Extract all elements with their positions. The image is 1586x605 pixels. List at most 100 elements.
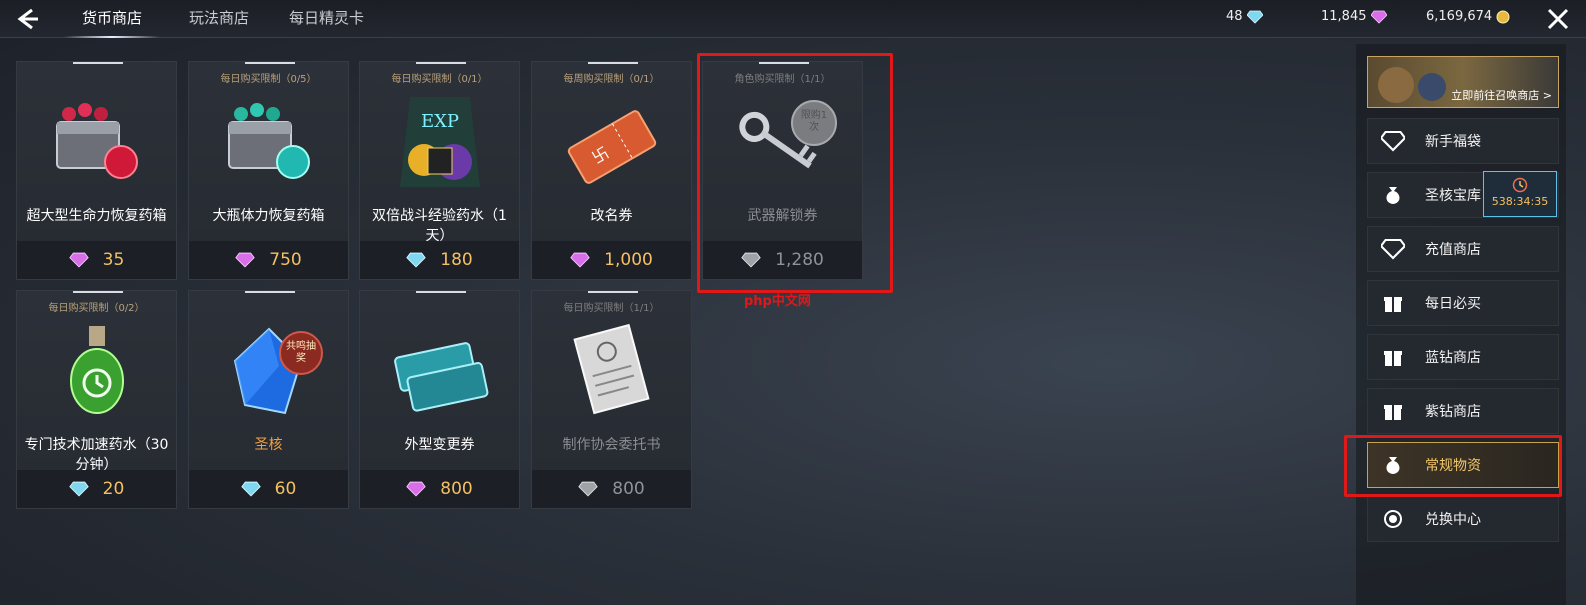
watermark-text: php中文网 [744, 294, 811, 309]
item-price: 750 [269, 250, 302, 270]
purchase-limit: 每日购买限制（0/2） [48, 303, 145, 314]
item-card-stamina-potion-box[interactable]: 每日购买限制（0/5） 大瓶体力恢复药箱 750 [188, 61, 349, 280]
item-price: 1,280 [775, 250, 824, 270]
currency-value: 11,845 [1321, 9, 1367, 24]
limit-badge-text: 限购1次 [800, 110, 828, 133]
tab-gameplay-shop[interactable]: 玩法商店 [189, 0, 249, 38]
item-price: 180 [440, 250, 473, 270]
teal-ticket-icon [394, 342, 489, 412]
sidebar-item-regular-supplies[interactable]: 常规物资 [1367, 442, 1559, 488]
exp-potion-icon: EXP [400, 97, 480, 187]
price-bar: 60 [189, 470, 348, 508]
price-bar: 20 [17, 470, 176, 508]
purple-diamond-icon [235, 252, 256, 268]
speed-potion-icon [70, 326, 124, 414]
price-bar: 800 [360, 470, 519, 508]
item-name: 专门技术加速药水（30分钟） [24, 437, 169, 473]
item-price: 60 [274, 479, 297, 499]
coin-exchange-icon [1384, 510, 1402, 528]
diamond-icon [1381, 130, 1405, 152]
grey-diamond-icon [578, 481, 599, 497]
blue-diamond-icon [68, 481, 89, 497]
potion-chest-icon [56, 103, 138, 179]
purple-diamond-icon [570, 252, 590, 268]
item-name: 武器解锁券 [747, 208, 818, 224]
summon-shop-banner[interactable]: 立即前往召唤商店 > [1367, 56, 1559, 108]
item-card-hp-potion-box[interactable]: 超大型生命力恢复药箱 35 [16, 61, 177, 280]
blue-diamond-icon [406, 252, 427, 268]
purple-diamond-icon [1370, 10, 1387, 24]
item-card-rename-ticket[interactable]: 每周购买限制（0/1） 卐 改名券 1,000 [531, 61, 692, 280]
resonance-badge-text: 共鸣抽奖 [286, 341, 316, 364]
item-card-tech-speed-potion[interactable]: 每日购买限制（0/2） 专门技术加速药水（30分钟） 20 [16, 290, 177, 509]
gift-icon [1384, 297, 1402, 312]
sidebar-item-label: 蓝钻商店 [1425, 350, 1481, 366]
item-card-holy-core[interactable]: 共鸣抽奖 圣核 60 [188, 290, 349, 509]
purchase-limit: 角色购买限制（1/1） [734, 74, 831, 85]
purple-diamond-icon [68, 252, 89, 268]
sidebar-item-blue-diamond-shop[interactable]: 蓝钻商店 [1367, 334, 1559, 380]
sidebar-item-exchange-center[interactable]: 兑换中心 [1367, 496, 1559, 542]
gold-balance: 6,169,674 [1426, 9, 1510, 24]
sidebar-item-daily-must-buy[interactable]: 每日必买 [1367, 280, 1559, 326]
currency-value: 6,169,674 [1426, 9, 1493, 24]
sidebar-item-label: 每日必买 [1425, 296, 1481, 312]
item-card-weapon-unlock-ticket[interactable]: 角色购买限制（1/1） 限购1次 武器解锁券 1,280 [702, 61, 863, 280]
item-price: 800 [440, 479, 473, 499]
document-icon [573, 323, 650, 415]
sidebar-item-recharge-shop[interactable]: 充值商店 [1367, 226, 1559, 272]
stamina-chest-icon [228, 103, 310, 179]
top-bar: 货币商店 玩法商店 每日精灵卡 48 11,845 6,169,674 [0, 0, 1586, 38]
item-name: 双倍战斗经验药水（1天） [372, 208, 507, 244]
grey-diamond-icon [741, 252, 761, 268]
ticket-icon: 卐 [567, 110, 657, 184]
sidebar-item-label: 兑换中心 [1425, 512, 1481, 528]
gold-coin-icon [1496, 10, 1510, 23]
item-name: 制作协会委托书 [562, 437, 661, 453]
sidebar-item-label: 圣核宝库 [1425, 188, 1481, 204]
purple-diamond-icon [406, 481, 427, 497]
item-name: 超大型生命力恢复药箱 [26, 208, 167, 224]
price-bar: 1,280 [703, 241, 862, 279]
item-card-appearance-change-ticket[interactable]: 外型变更券 800 [359, 290, 520, 509]
svg-text:EXP: EXP [421, 111, 459, 132]
item-name: 大瓶体力恢复药箱 [212, 208, 325, 224]
item-price: 1,000 [604, 250, 653, 270]
item-price: 20 [102, 479, 125, 499]
item-card-crafting-guild-commission[interactable]: 每日购买限制（1/1） 制作协会委托书 800 [531, 290, 692, 509]
price-bar: 180 [360, 241, 519, 279]
purchase-limit: 每日购买限制（1/1） [563, 303, 660, 314]
sidebar-item-purple-diamond-shop[interactable]: 紫钻商店 [1367, 388, 1559, 434]
purple-diamond-balance: 11,845 [1321, 9, 1387, 24]
vault-timer[interactable]: 538:34:35 [1483, 171, 1557, 217]
item-price: 800 [612, 479, 645, 499]
sidebar-item-newbie-bag[interactable]: 新手福袋 [1367, 118, 1559, 164]
price-bar: 750 [189, 241, 348, 279]
sidebar-item-label: 充值商店 [1425, 242, 1481, 258]
purchase-limit: 每周购买限制（0/1） [563, 74, 660, 85]
gift-icon [1384, 405, 1402, 420]
item-name: 圣核 [254, 437, 283, 453]
banner-text: 立即前往召唤商店 > [1451, 89, 1552, 102]
price-bar: 800 [532, 470, 691, 508]
price-bar: 35 [17, 241, 176, 279]
blue-diamond-icon [240, 481, 261, 497]
tab-daily-spirit-card[interactable]: 每日精灵卡 [289, 0, 364, 38]
blue-diamond-icon [1246, 10, 1263, 24]
clock-icon [1512, 177, 1528, 193]
timer-text: 538:34:35 [1491, 195, 1549, 208]
sidebar-item-label: 紫钻商店 [1425, 404, 1481, 420]
diamond-icon [1381, 238, 1405, 260]
purchase-limit: 每日购买限制（0/5） [220, 74, 317, 85]
item-price: 35 [102, 250, 125, 270]
close-icon[interactable] [1544, 5, 1572, 33]
tab-currency-shop[interactable]: 货币商店 [63, 0, 161, 38]
money-bag-icon [1386, 457, 1400, 474]
sidebar-item-label: 新手福袋 [1425, 134, 1481, 150]
back-arrow-icon[interactable] [14, 6, 40, 32]
currency-value: 48 [1226, 9, 1243, 24]
sidebar-item-label: 常规物资 [1425, 458, 1481, 474]
item-card-double-exp-potion[interactable]: 每日购买限制（0/1） EXP 双倍战斗经验药水（1天） 180 [359, 61, 520, 280]
character-portrait-icon [1378, 67, 1446, 103]
gift-icon [1384, 351, 1402, 366]
